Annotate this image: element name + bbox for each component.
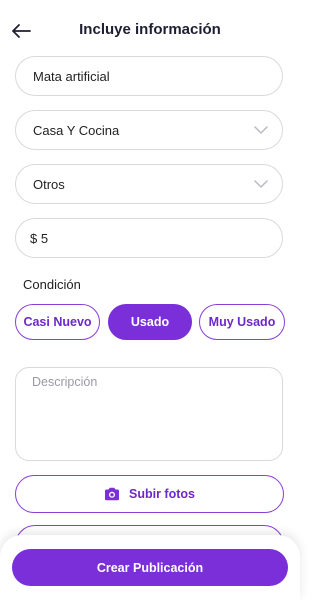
camera-icon [105, 487, 120, 501]
title-field[interactable]: Mata artificial [15, 56, 283, 96]
header: Incluye información [0, 0, 300, 60]
price-field[interactable]: $ 5 [15, 218, 283, 258]
condition-option-usado[interactable]: Usado [108, 304, 192, 340]
chevron-down-icon [254, 180, 268, 189]
subcategory-select-value: Otros [33, 177, 65, 192]
description-textarea[interactable]: Descripción [15, 367, 283, 461]
condition-option-casi-nuevo[interactable]: Casi Nuevo [15, 304, 100, 340]
chevron-down-icon [254, 126, 268, 135]
title-field-value: Mata artificial [33, 69, 110, 84]
upload-photos-button[interactable]: Subir fotos [15, 475, 284, 513]
subcategory-select[interactable]: Otros [15, 164, 283, 204]
page-title: Incluye información [79, 21, 221, 38]
category-select-value: Casa Y Cocina [33, 123, 120, 138]
description-placeholder: Descripción [32, 375, 98, 389]
upload-photos-label: Subir fotos [129, 487, 195, 501]
category-select[interactable]: Casa Y Cocina [15, 110, 283, 150]
price-field-value: $ 5 [30, 231, 49, 246]
condition-label: Condición [23, 277, 81, 292]
create-publication-button[interactable]: Crear Publicación [12, 549, 288, 586]
condition-option-muy-usado[interactable]: Muy Usado [199, 304, 285, 340]
